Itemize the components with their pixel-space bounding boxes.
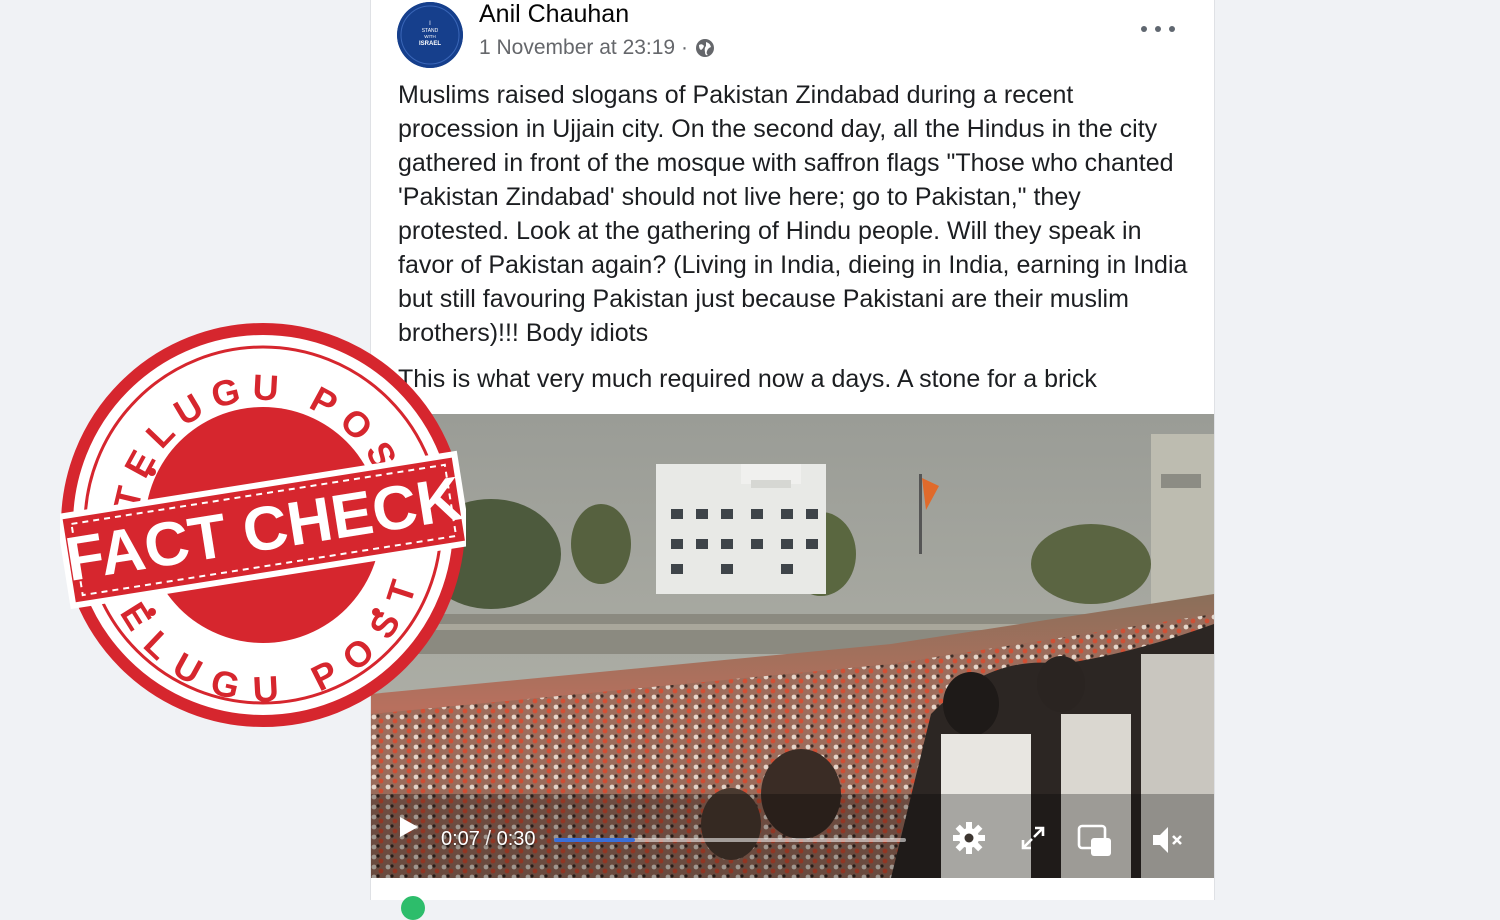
volume-muted-icon[interactable] <box>1149 822 1185 863</box>
globe-icon <box>694 37 716 59</box>
fullscreen-icon[interactable] <box>1019 824 1047 857</box>
avatar-text-3: WITH <box>424 34 436 39</box>
post-author-name[interactable]: Anil Chauhan <box>479 0 629 29</box>
settings-gear-icon[interactable] <box>951 820 987 861</box>
play-icon[interactable] <box>395 814 421 845</box>
facebook-post-card: I STAND WITH ISRAEL Anil Chauhan 1 Novem… <box>370 0 1215 920</box>
video-player[interactable] <box>371 414 1214 878</box>
video-progress-fill <box>554 838 635 842</box>
post-timestamp[interactable]: 1 November at 23:19 · <box>479 36 688 60</box>
post-footer <box>371 878 1214 900</box>
post-timestamp-row: 1 November at 23:19 · <box>479 36 716 60</box>
avatar-image: I STAND WITH ISRAEL <box>397 2 463 68</box>
video-progress-bar[interactable] <box>554 838 906 842</box>
video-time: 0:07 / 0:30 <box>441 828 536 851</box>
video-duration: 0:30 <box>496 828 536 850</box>
post-text-paragraph: This is what very much required now a da… <box>398 365 1097 393</box>
video-time-separator: / <box>479 828 497 850</box>
video-current-time: 0:07 <box>441 828 480 850</box>
more-options-icon[interactable] <box>1141 14 1175 44</box>
video-frame <box>371 414 1214 878</box>
author-avatar[interactable]: I STAND WITH ISRAEL <box>397 2 463 68</box>
post-body: Muslims raised slogans of Pakistan Zinda… <box>398 78 1198 396</box>
fact-check-stamp: TELUGU POST TELUGU POST FACT CHECK <box>60 323 466 727</box>
picture-in-picture-icon[interactable] <box>1077 824 1113 863</box>
post-text-paragraph: Muslims raised slogans of Pakistan Zinda… <box>398 81 1188 347</box>
avatar-text-4: ISRAEL <box>419 41 441 47</box>
